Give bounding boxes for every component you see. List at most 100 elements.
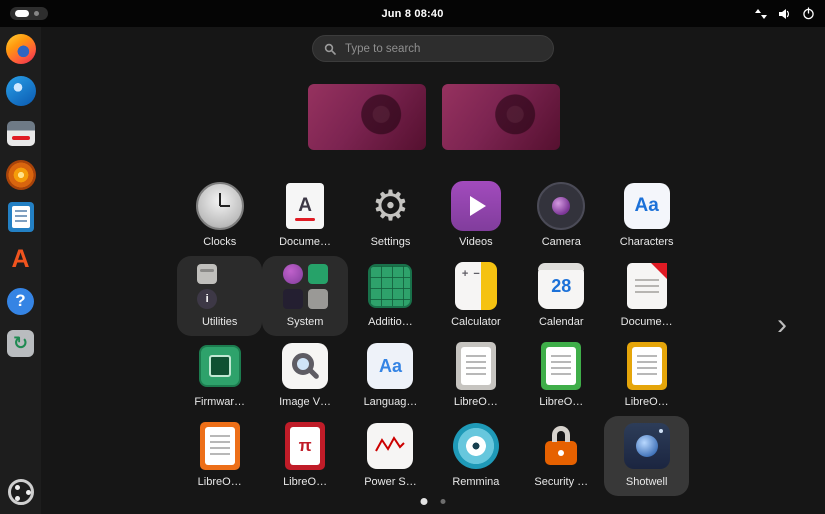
search-icon xyxy=(324,43,336,55)
libreoffice-calc-icon xyxy=(541,342,581,390)
dock-item-app-center[interactable]: A xyxy=(5,243,37,275)
app-label: Shotwell xyxy=(626,476,668,488)
workspace-thumbnail-2[interactable] xyxy=(442,84,560,150)
software-updater-icon: ↻ xyxy=(7,330,34,357)
libreoffice-writer-icon xyxy=(8,202,34,232)
power-icon xyxy=(802,7,815,20)
folder-label: System xyxy=(287,316,324,328)
image-viewer-icon xyxy=(282,343,328,389)
info-mini-icon: i xyxy=(197,289,217,309)
dock-item-help[interactable]: ? xyxy=(5,285,37,317)
firefox-icon xyxy=(6,34,36,64)
workspace-indicator[interactable] xyxy=(10,7,48,20)
app-label: Languag… xyxy=(364,396,418,408)
app-clocks[interactable]: Clocks xyxy=(177,176,262,256)
rhythmbox-icon xyxy=(6,160,36,190)
dock: A ? ↻ xyxy=(0,27,41,514)
app-document-scanner[interactable]: Docume… xyxy=(604,256,689,336)
app-power-statistics[interactable]: Power S… xyxy=(348,416,433,496)
folder-system[interactable]: System xyxy=(262,256,347,336)
app-label: LibreO… xyxy=(454,396,498,408)
additional-drivers-icon xyxy=(368,264,412,308)
files-icon xyxy=(7,121,35,146)
app-additional-drivers[interactable]: Additio… xyxy=(348,256,433,336)
calculator-icon: + − xyxy=(455,262,497,310)
app-label: Additio… xyxy=(368,316,413,328)
workspace-thumbnail-1[interactable] xyxy=(308,84,426,150)
app-shotwell[interactable]: Shotwell xyxy=(604,416,689,496)
app-libreoffice-draw[interactable]: LibreO… xyxy=(604,336,689,416)
dock-item-files[interactable] xyxy=(5,117,37,149)
utility-mini-icon xyxy=(308,289,328,309)
shotwell-icon xyxy=(624,423,670,469)
security-lock-icon xyxy=(545,441,577,465)
document-editor-icon: A xyxy=(286,183,324,229)
app-settings[interactable]: ⚙ Settings xyxy=(348,176,433,256)
calendar-day: 28 xyxy=(551,276,571,297)
monitor-mini-icon xyxy=(308,264,328,284)
app-label: Settings xyxy=(371,236,411,248)
app-grid: Clocks A Docume… ⚙ Settings Videos Camer… xyxy=(177,176,689,496)
calendar-icon: 28 xyxy=(538,263,584,309)
help-icon: ? xyxy=(7,288,34,315)
active-workspace-pill xyxy=(15,10,29,17)
app-label: Image V… xyxy=(279,396,331,408)
page-dot[interactable] xyxy=(441,499,446,504)
app-calculator[interactable]: + − Calculator xyxy=(433,256,518,336)
app-label: Characters xyxy=(620,236,674,248)
videos-play-icon xyxy=(451,181,501,231)
app-document-editor[interactable]: A Docume… xyxy=(262,176,347,256)
app-label: Security … xyxy=(534,476,588,488)
show-apps-button[interactable] xyxy=(5,476,37,508)
dock-item-firefox[interactable] xyxy=(5,33,37,65)
page-dot-active[interactable] xyxy=(421,498,428,505)
dock-item-software-updater[interactable]: ↻ xyxy=(5,327,37,359)
app-libreoffice-calc[interactable]: LibreO… xyxy=(519,336,604,416)
folder-label: Utilities xyxy=(202,316,237,328)
app-label: Videos xyxy=(459,236,492,248)
dock-item-libreoffice-writer[interactable] xyxy=(5,201,37,233)
app-label: Remmina xyxy=(452,476,499,488)
app-firmware[interactable]: Firmwar… xyxy=(177,336,262,416)
inactive-workspace-dot xyxy=(34,11,39,16)
app-remmina[interactable]: Remmina xyxy=(433,416,518,496)
dock-item-rhythmbox[interactable] xyxy=(5,159,37,191)
thunderbird-icon xyxy=(6,76,36,106)
app-center-icon: A xyxy=(11,247,29,272)
app-language-support[interactable]: Aa Languag… xyxy=(348,336,433,416)
app-label: Firmwar… xyxy=(194,396,245,408)
remmina-icon xyxy=(453,423,499,469)
app-camera[interactable]: Camera xyxy=(519,176,604,256)
gear-icon: ⚙ xyxy=(372,185,410,227)
clock-icon xyxy=(196,182,244,230)
search-input[interactable] xyxy=(343,42,542,56)
next-page-chevron[interactable]: › xyxy=(777,310,787,340)
system-status-area[interactable] xyxy=(755,0,815,27)
app-libreoffice-math[interactable]: π LibreO… xyxy=(262,416,347,496)
libreoffice-impress-icon xyxy=(200,422,240,470)
app-libreoffice-impress[interactable]: LibreO… xyxy=(177,416,262,496)
app-label: LibreO… xyxy=(283,476,327,488)
folder-utilities[interactable]: i Utilities xyxy=(177,256,262,336)
app-image-viewer[interactable]: Image V… xyxy=(262,336,347,416)
app-calendar[interactable]: 28 Calendar xyxy=(519,256,604,336)
app-label: Calculator xyxy=(451,316,501,328)
libreoffice-draw-icon xyxy=(627,342,667,390)
app-libreoffice-start[interactable]: LibreO… xyxy=(433,336,518,416)
top-bar: Jun 8 08:40 xyxy=(0,0,825,27)
characters-icon: Aa xyxy=(624,183,670,229)
document-scanner-icon xyxy=(627,263,667,309)
app-characters[interactable]: Aa Characters xyxy=(604,176,689,256)
app-label: LibreO… xyxy=(625,396,669,408)
dock-item-thunderbird[interactable] xyxy=(5,75,37,107)
system-folder-icon xyxy=(283,264,328,309)
wave-graph-icon xyxy=(375,436,405,456)
clock[interactable]: Jun 8 08:40 xyxy=(381,8,443,20)
firmware-icon xyxy=(199,345,241,387)
app-security[interactable]: Security … xyxy=(519,416,604,496)
libreoffice-math-icon: π xyxy=(285,422,325,470)
app-videos[interactable]: Videos xyxy=(433,176,518,256)
app-label: Docume… xyxy=(621,316,673,328)
app-label: Calendar xyxy=(539,316,584,328)
search-bar[interactable] xyxy=(312,35,554,62)
